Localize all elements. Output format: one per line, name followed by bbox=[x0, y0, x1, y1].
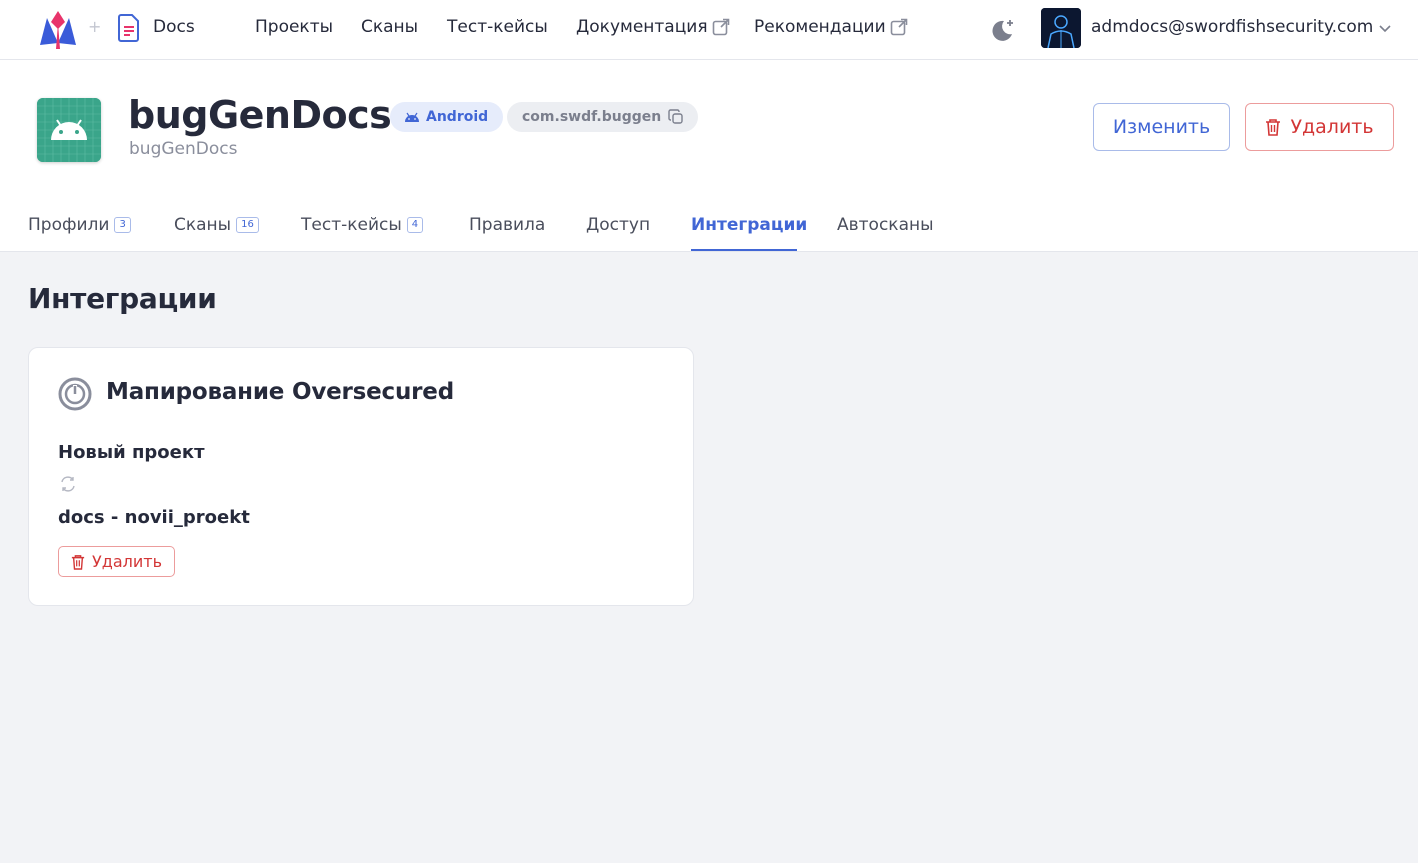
integration-target: docs - novii_proekt bbox=[58, 507, 250, 528]
edit-button[interactable]: Изменить bbox=[1093, 103, 1230, 151]
tab-autoscans-label: Автосканы bbox=[837, 215, 934, 235]
tab-autoscans[interactable]: Автосканы bbox=[837, 212, 934, 238]
tab-integrations-label: Интеграции bbox=[691, 215, 808, 235]
nav-projects-label: Проекты bbox=[255, 17, 334, 37]
brand-logo-icon[interactable] bbox=[38, 9, 78, 49]
nav-documentation[interactable]: Документация bbox=[576, 17, 730, 37]
integration-source: Новый проект bbox=[58, 442, 205, 463]
integration-card: Мапирование Oversecured Новый проект doc… bbox=[28, 347, 694, 606]
app-icon bbox=[37, 98, 101, 162]
delete-project-button[interactable]: Удалить bbox=[1245, 103, 1394, 151]
nav-test-cases[interactable]: Тест-кейсы bbox=[447, 17, 548, 37]
project-header: bugGenDocs bugGenDocs Android com.swdf.b… bbox=[0, 60, 1418, 252]
tab-scans-label: Сканы bbox=[174, 215, 232, 235]
android-app-icon bbox=[37, 98, 101, 162]
user-avatar[interactable] bbox=[1041, 8, 1081, 48]
delete-integration-button[interactable]: Удалить bbox=[58, 546, 175, 577]
document-icon[interactable] bbox=[118, 14, 140, 42]
copy-icon[interactable] bbox=[668, 109, 684, 125]
avatar-image-icon bbox=[1041, 8, 1081, 48]
user-email[interactable]: admdocs@swordfishsecurity.com bbox=[1091, 17, 1373, 37]
android-icon bbox=[405, 112, 419, 122]
package-name: com.swdf.buggen bbox=[522, 109, 662, 125]
tab-test-cases-label: Тест-кейсы bbox=[301, 215, 402, 235]
tab-rules-label: Правила bbox=[469, 215, 546, 235]
nav-recommendations-label: Рекомендации bbox=[754, 17, 886, 37]
project-subtitle: bugGenDocs bbox=[129, 139, 238, 159]
dark-mode-toggle-icon[interactable] bbox=[990, 17, 1016, 43]
delete-project-label: Удалить bbox=[1290, 116, 1374, 138]
tab-profiles-count: 3 bbox=[114, 217, 131, 233]
trash-icon bbox=[71, 554, 85, 570]
nav-recommendations[interactable]: Рекомендации bbox=[754, 17, 908, 37]
platform-badge: Android bbox=[390, 102, 504, 132]
delete-integration-label: Удалить bbox=[92, 552, 162, 571]
nav-documentation-label: Документация bbox=[576, 17, 708, 37]
platform-label: Android bbox=[426, 109, 489, 125]
integration-title: Мапирование Oversecured bbox=[106, 379, 454, 405]
active-tab-indicator bbox=[691, 249, 797, 251]
docs-link[interactable]: Docs bbox=[153, 17, 195, 37]
package-badge: com.swdf.buggen bbox=[507, 102, 699, 132]
chevron-down-icon[interactable] bbox=[1377, 20, 1393, 36]
section-title: Интеграции bbox=[28, 282, 217, 315]
tab-access[interactable]: Доступ bbox=[586, 212, 650, 238]
project-title: bugGenDocs bbox=[128, 93, 392, 137]
tab-rules[interactable]: Правила bbox=[469, 212, 545, 238]
oversecured-icon bbox=[58, 377, 92, 411]
tab-profiles-label: Профили bbox=[28, 215, 110, 235]
sync-arrows-icon bbox=[61, 476, 75, 492]
external-link-icon bbox=[890, 18, 907, 36]
external-link-icon bbox=[712, 18, 729, 36]
nav-scans-label: Сканы bbox=[361, 17, 419, 37]
top-navigation-bar: + Docs Проекты Сканы Тест-кейсы Документ… bbox=[0, 0, 1418, 60]
tab-scans-count: 16 bbox=[236, 217, 259, 233]
tab-test-cases[interactable]: Тест-кейсы 4 bbox=[301, 212, 424, 238]
nav-projects[interactable]: Проекты bbox=[255, 17, 333, 37]
brand-separator: + bbox=[88, 17, 102, 36]
tab-integrations[interactable]: Интеграции bbox=[691, 212, 807, 238]
nav-test-cases-label: Тест-кейсы bbox=[447, 17, 548, 37]
trash-icon bbox=[1266, 119, 1281, 136]
nav-scans[interactable]: Сканы bbox=[361, 17, 418, 37]
tab-profiles[interactable]: Профили 3 bbox=[28, 212, 131, 238]
tab-test-cases-count: 4 bbox=[406, 217, 424, 233]
tab-access-label: Доступ bbox=[586, 215, 651, 235]
tab-scans[interactable]: Сканы 16 bbox=[174, 212, 259, 238]
